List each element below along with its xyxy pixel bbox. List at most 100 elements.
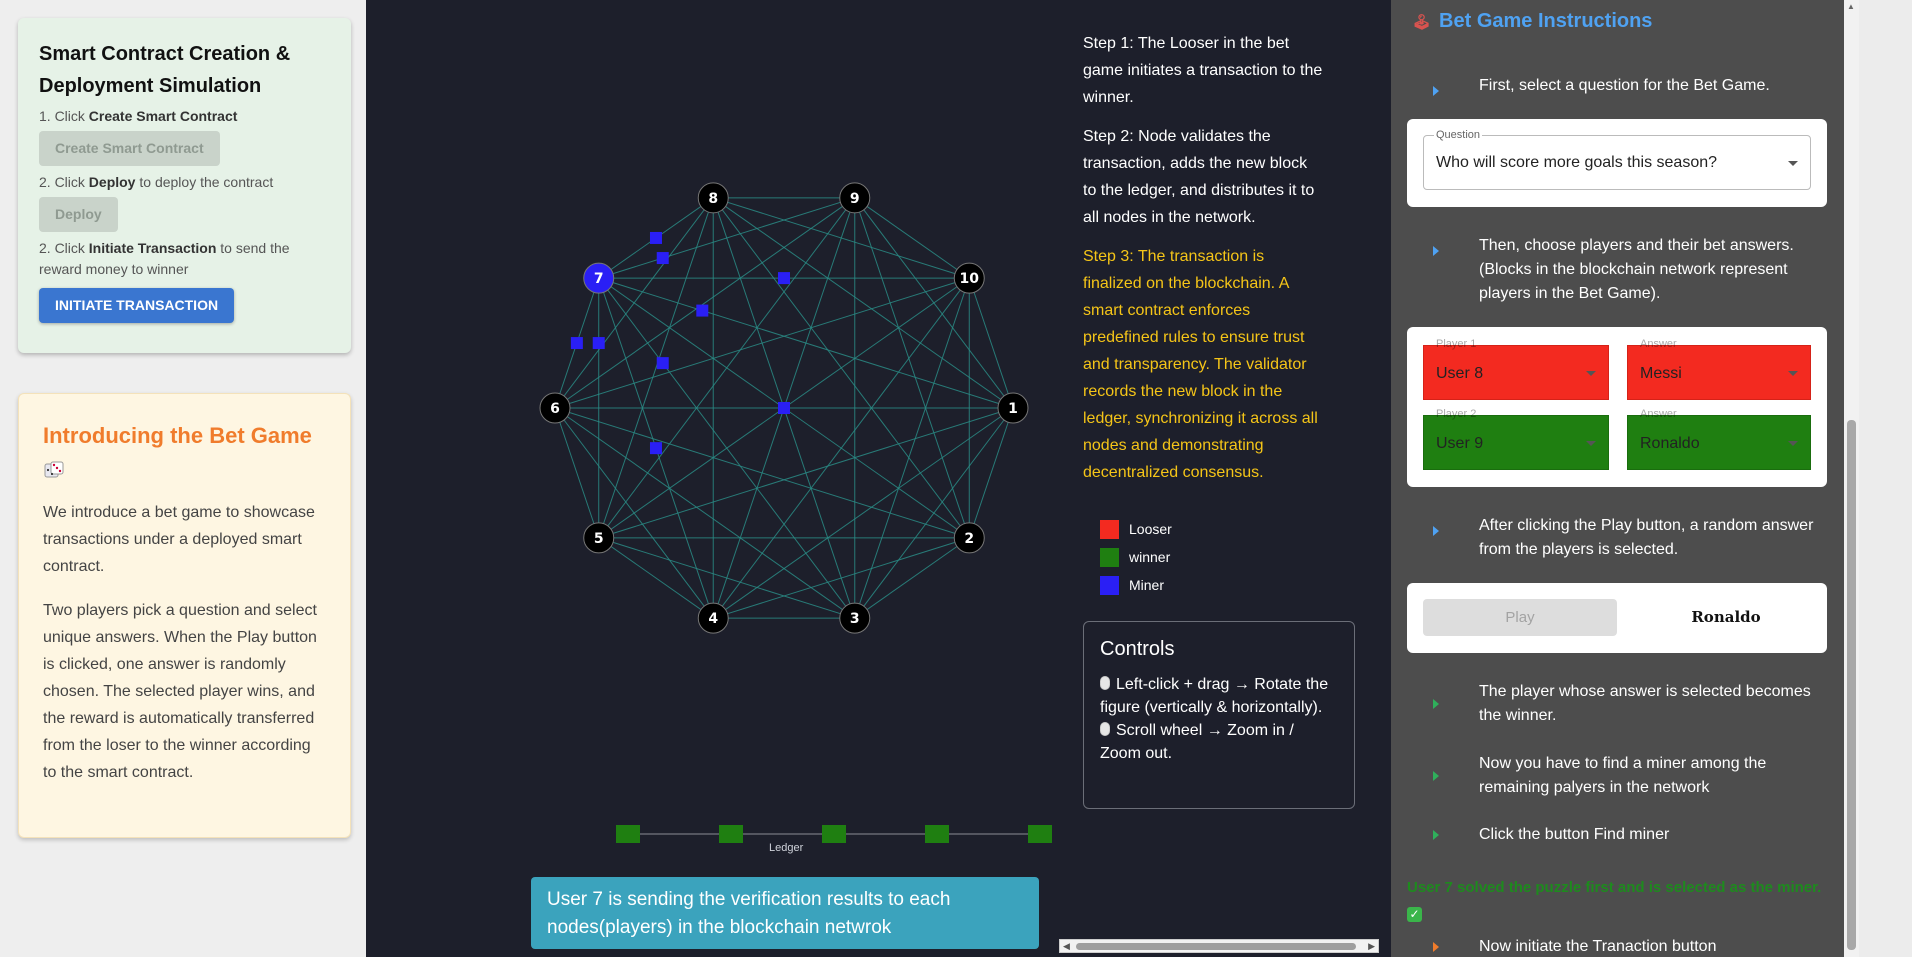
- bet-game-intro-card: Introducing the Bet Game We introduce a …: [18, 393, 351, 838]
- play-panel: Play Ronaldo: [1407, 583, 1827, 653]
- question-panel: Question Who will score more goals this …: [1407, 119, 1827, 207]
- transmission-block: [649, 442, 662, 455]
- bullet-icon: [1433, 942, 1439, 952]
- network-edge: [854, 197, 970, 539]
- check-icon: ✓: [1407, 907, 1422, 922]
- network-edge: [854, 537, 970, 619]
- node-label: 7: [594, 271, 604, 287]
- instruction-4: The player whose answer is selected beco…: [1479, 683, 1811, 724]
- ledger-block: [1028, 825, 1052, 843]
- legend: Looser winner Miner: [1100, 515, 1172, 599]
- network-edge: [598, 197, 856, 539]
- network-edge: [598, 197, 855, 279]
- ledger-label: Ledger: [769, 842, 804, 854]
- network-edge: [854, 197, 970, 279]
- legend-label: Looser: [1129, 521, 1172, 537]
- initiate-transaction-button[interactable]: INITIATE TRANSACTION: [39, 288, 235, 323]
- answer2-select[interactable]: Answer Ronaldo: [1627, 408, 1811, 470]
- question-select[interactable]: Question Who will score more goals this …: [1423, 128, 1811, 190]
- legend-label: Miner: [1129, 577, 1165, 593]
- chevron-down-icon: [1586, 440, 1596, 446]
- bullet-icon: [1433, 830, 1439, 840]
- network-edge: [554, 407, 600, 539]
- play-result: Ronaldo: [1691, 608, 1761, 626]
- create-smart-contract-button[interactable]: Create Smart Contract: [39, 131, 220, 166]
- transmission-block: [570, 337, 583, 350]
- instructions-panel: 🕹 Bet Game Instructions First, select a q…: [1391, 0, 1844, 957]
- scroll-right-icon[interactable]: ▶: [1368, 941, 1375, 952]
- dice-icon: [44, 461, 64, 478]
- scroll-up-icon[interactable]: ▲: [1847, 2, 1855, 11]
- player1-value: User 8: [1436, 365, 1484, 382]
- player2-select[interactable]: Player 2 User 9: [1423, 408, 1609, 470]
- controls-panel: Controls Left-click + drag → Rotate the …: [1083, 621, 1355, 809]
- miner-selected-message: User 7 solved the puzzle first and is se…: [1407, 879, 1822, 922]
- players-panel: Player 1 User 8 Answer Messi Player 2 Us…: [1407, 327, 1827, 487]
- network-edge: [554, 197, 714, 409]
- legend-label: winner: [1129, 549, 1171, 565]
- transmission-block: [649, 231, 662, 244]
- answer2-value: Ronaldo: [1640, 435, 1700, 452]
- answer1-value: Messi: [1640, 365, 1682, 382]
- step-initiate: 2. Click Initiate Transaction to send th…: [39, 240, 290, 277]
- network-edge: [713, 197, 970, 279]
- bullet-icon: [1433, 699, 1439, 709]
- transmission-block: [656, 252, 669, 265]
- scroll-left-icon[interactable]: ◀: [1063, 941, 1070, 952]
- instruction-6: Click the button Find miner: [1479, 826, 1670, 843]
- network-edge: [712, 197, 1014, 409]
- player1-select[interactable]: Player 1 User 8: [1423, 338, 1609, 400]
- node-label: 1: [1008, 401, 1018, 417]
- node-label: 2: [964, 531, 974, 547]
- chevron-down-icon: [1788, 370, 1798, 376]
- joystick-icon: 🕹: [1412, 14, 1432, 31]
- scrollbar-thumb[interactable]: [1076, 943, 1356, 950]
- legend-swatch: [1100, 547, 1119, 567]
- ledger-block: [616, 825, 640, 843]
- ledger-chain: [616, 825, 1052, 843]
- network-edge: [598, 537, 714, 619]
- mouse-icon: [1100, 676, 1110, 690]
- step-2-text: Step 2: Node validates the transaction, …: [1083, 128, 1315, 226]
- mouse-icon: [1100, 722, 1110, 736]
- play-button[interactable]: Play: [1423, 599, 1617, 636]
- transmission-block: [778, 272, 790, 285]
- bet-intro-paragraph-2: Two players pick a question and select u…: [43, 602, 317, 781]
- chevron-down-icon: [1788, 160, 1798, 166]
- node-label: 3: [850, 611, 860, 627]
- bullet-icon: [1433, 771, 1439, 781]
- network-edge: [598, 197, 714, 539]
- transmission-block: [592, 337, 605, 350]
- horizontal-scrollbar[interactable]: ◀ ▶: [1059, 939, 1379, 953]
- vertical-scrollbar-thumb[interactable]: [1847, 420, 1856, 950]
- step-3-text: Step 3: The transaction is finalized on …: [1083, 248, 1318, 481]
- step-1-text: Step 1: The Looser in the bet game initi…: [1083, 35, 1323, 106]
- bet-intro-paragraph-1: We introduce a bet game to showcase tran…: [43, 504, 315, 575]
- status-toast: User 7 is sending the verification resul…: [531, 877, 1039, 949]
- step-deploy: 2. Click Deploy to deploy the contract: [39, 174, 274, 190]
- ledger-block: [719, 825, 743, 843]
- node-label: 5: [594, 531, 604, 547]
- answer1-select[interactable]: Answer Messi: [1627, 338, 1811, 400]
- steps-panel: Step 1: The Looser in the bet game initi…: [1083, 30, 1323, 498]
- vertical-scrollbar[interactable]: ▲: [1844, 0, 1912, 957]
- node-label: 4: [708, 611, 718, 627]
- legend-item: Looser: [1100, 515, 1172, 543]
- network-edge: [968, 277, 1014, 409]
- controls-rotate: Left-click + drag → Rotate the figure (v…: [1100, 676, 1329, 716]
- instruction-3: After clicking the Play button, a random…: [1479, 517, 1814, 558]
- instruction-7: Now initiate the Tranaction button: [1479, 938, 1717, 955]
- chevron-down-icon: [1788, 440, 1798, 446]
- bet-intro-title: Introducing the Bet Game: [43, 423, 312, 448]
- deploy-button[interactable]: Deploy: [39, 197, 118, 232]
- bullet-icon: [1433, 86, 1439, 96]
- player2-value: User 9: [1436, 435, 1484, 452]
- smart-contract-card: Smart Contract Creation & Deployment Sim…: [18, 18, 351, 353]
- network-edge: [554, 277, 970, 409]
- bullet-icon: [1433, 526, 1439, 536]
- transmission-block: [656, 357, 669, 370]
- legend-item: winner: [1100, 543, 1172, 571]
- legend-swatch: [1100, 519, 1119, 539]
- smart-contract-title: Smart Contract Creation & Deployment Sim…: [39, 43, 291, 97]
- chevron-down-icon: [1586, 370, 1596, 376]
